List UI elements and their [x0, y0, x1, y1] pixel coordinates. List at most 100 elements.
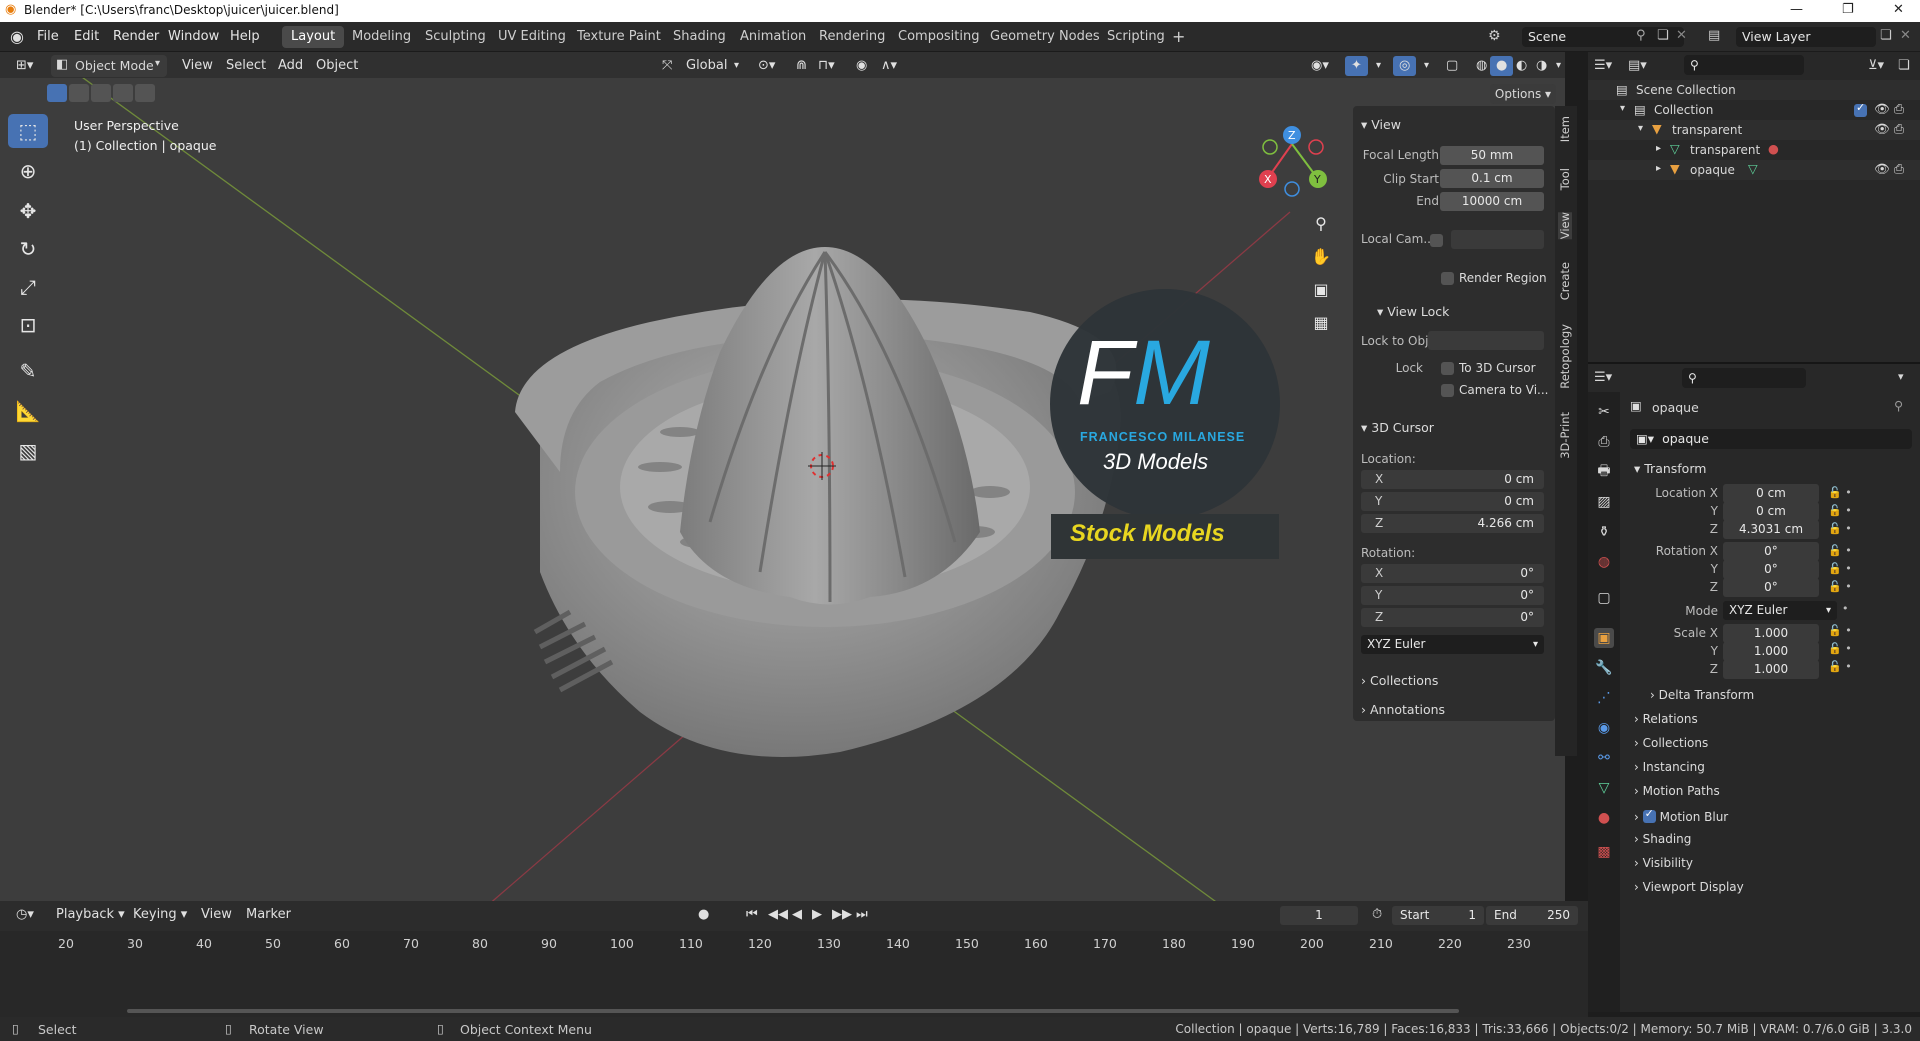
expand-arrow-icon[interactable]: ▸: [1656, 163, 1661, 174]
options-button[interactable]: Options ▾: [1490, 84, 1556, 104]
tab-rendering[interactable]: Rendering: [810, 26, 894, 48]
delta-transform-header[interactable]: › Delta Transform: [1650, 688, 1754, 702]
3d-viewport[interactable]: Z X Y FM FRANCESCO MILANESE 3D Models St…: [0, 52, 1565, 908]
select-subtract-icon[interactable]: [91, 84, 111, 102]
collections-header[interactable]: › Collections: [1634, 736, 1708, 750]
modifier-properties-icon[interactable]: 🔧: [1594, 658, 1614, 678]
properties-editor-icon[interactable]: ☰▾: [1594, 370, 1612, 385]
rotation-z-field[interactable]: 0°: [1723, 578, 1819, 597]
lock-icon[interactable]: 🔓 •: [1828, 484, 1858, 502]
outliner-row-transparent-object[interactable]: ▾ ▼ transparent 👁 ⎙: [1588, 120, 1920, 140]
material-properties-icon[interactable]: ●: [1594, 808, 1614, 828]
camera-icon[interactable]: ⎙: [1894, 121, 1904, 137]
jump-start-icon[interactable]: ⏮: [740, 905, 764, 925]
snap-target-icon[interactable]: ⊓▾: [812, 56, 841, 76]
eye-icon[interactable]: 👁: [1874, 161, 1890, 177]
pan-hand-icon[interactable]: ✋: [1308, 243, 1334, 269]
tab-3d-print[interactable]: 3D-Print: [1558, 412, 1572, 459]
orientation-chevron-icon[interactable]: ▾: [728, 56, 745, 76]
new-scene-icon[interactable]: ❏: [1657, 28, 1669, 43]
blender-menu-icon[interactable]: ◉: [10, 27, 24, 46]
select-box-tool-icon[interactable]: ⬚: [8, 114, 48, 148]
scene-icon[interactable]: ⚙: [1488, 28, 1501, 44]
minimize-icon[interactable]: —: [1790, 2, 1803, 17]
collections-panel-header[interactable]: › Collections: [1361, 673, 1438, 688]
stopwatch-icon[interactable]: ⏱: [1366, 905, 1388, 925]
current-frame-field[interactable]: 1: [1280, 906, 1358, 925]
tab-create[interactable]: Create: [1558, 262, 1572, 300]
collection-properties-icon[interactable]: ▢: [1594, 588, 1614, 608]
select-intersect-icon[interactable]: [135, 84, 155, 102]
texture-properties-icon[interactable]: ▩: [1594, 842, 1614, 862]
select-difference-icon[interactable]: [113, 84, 133, 102]
lock-3d-cursor-checkbox[interactable]: [1441, 362, 1454, 375]
display-mode-icon[interactable]: ▤▾: [1628, 58, 1647, 73]
3d-cursor-header[interactable]: ▾ 3D Cursor: [1361, 420, 1434, 435]
lock-icon[interactable]: 🔓 •: [1828, 542, 1858, 560]
outliner-search-input[interactable]: ⚲: [1684, 55, 1804, 75]
close-icon[interactable]: ✕: [1893, 2, 1904, 17]
lock-icon[interactable]: 🔓 •: [1828, 560, 1858, 578]
world-properties-icon[interactable]: ◍: [1594, 552, 1614, 572]
editor-type-icon[interactable]: ⊞▾: [10, 56, 39, 76]
expand-arrow-icon[interactable]: ▾: [1620, 103, 1625, 114]
add-cube-tool-icon[interactable]: ▧: [8, 434, 48, 468]
render-properties-icon[interactable]: ⎙: [1594, 432, 1614, 452]
tab-tool[interactable]: Tool: [1558, 168, 1572, 190]
delete-view-layer-icon[interactable]: ✕: [1900, 28, 1911, 43]
tab-texture-paint[interactable]: Texture Paint: [568, 26, 670, 48]
select-new-icon[interactable]: [47, 84, 67, 102]
object-properties-icon[interactable]: ▣: [1594, 628, 1614, 648]
object-datablock-field[interactable]: ▣▾ opaque: [1630, 429, 1912, 449]
view-lock-header[interactable]: ▾ View Lock: [1377, 304, 1449, 319]
camera-to-view-checkbox[interactable]: [1441, 384, 1454, 397]
select-extend-icon[interactable]: [69, 84, 89, 102]
expand-arrow-icon[interactable]: ▸: [1656, 143, 1661, 154]
ortho-grid-icon[interactable]: ▦: [1308, 309, 1334, 335]
tab-view[interactable]: View: [1558, 212, 1572, 240]
visibility-header[interactable]: › Visibility: [1634, 856, 1693, 870]
menu-timeline-view[interactable]: View: [195, 905, 238, 925]
cursor-rotation-y[interactable]: Y 0°: [1361, 586, 1544, 605]
cursor-tool-icon[interactable]: ⊕: [8, 154, 48, 188]
render-region-checkbox[interactable]: [1441, 272, 1454, 285]
keyframe-dot-icon[interactable]: •: [1828, 600, 1858, 618]
delete-scene-icon[interactable]: ✕: [1676, 28, 1687, 43]
tab-layout[interactable]: Layout: [282, 26, 345, 48]
pin-scene-icon[interactable]: ⚲: [1636, 28, 1646, 43]
play-reverse-icon[interactable]: ◀: [786, 905, 808, 925]
overlay-toggle-icon[interactable]: ◎: [1393, 56, 1417, 76]
relations-header[interactable]: › Relations: [1634, 712, 1698, 726]
annotate-tool-icon[interactable]: ✎: [8, 354, 48, 388]
local-camera-field[interactable]: [1451, 230, 1544, 249]
menu-add[interactable]: Add: [272, 56, 309, 76]
overlay-chevron-icon[interactable]: ▾: [1418, 56, 1435, 76]
jump-end-icon[interactable]: ⏭: [850, 905, 874, 925]
tab-modeling[interactable]: Modeling: [343, 26, 420, 48]
lock-icon[interactable]: 🔓 •: [1828, 622, 1858, 640]
eye-icon[interactable]: 👁: [1874, 121, 1890, 137]
tab-geometry-nodes[interactable]: Geometry Nodes: [981, 26, 1109, 48]
output-properties-icon[interactable]: 🖶: [1594, 462, 1614, 482]
lock-to-object-field[interactable]: [1428, 331, 1544, 350]
rotation-y-field[interactable]: 0°: [1723, 560, 1819, 579]
view-layer-selector[interactable]: View Layer: [1736, 27, 1876, 47]
motion-blur-header[interactable]: › Motion Blur: [1634, 807, 1728, 824]
rotation-x-field[interactable]: 0°: [1723, 542, 1819, 561]
visibility-icon[interactable]: ◉▾: [1305, 56, 1335, 76]
motion-paths-header[interactable]: › Motion Paths: [1634, 784, 1720, 798]
menu-window[interactable]: Window: [168, 29, 219, 44]
new-collection-icon[interactable]: ❏: [1898, 58, 1910, 73]
cursor-rotation-z[interactable]: Z 0°: [1361, 608, 1544, 627]
tool-settings-icon[interactable]: ✂: [1594, 402, 1614, 422]
chevron-down-icon[interactable]: ▾: [1898, 370, 1904, 383]
location-z-field[interactable]: 4.3031 cm: [1723, 520, 1819, 539]
view-layer-properties-icon[interactable]: ▨: [1594, 492, 1614, 512]
view-layer-icon[interactable]: ▤: [1708, 28, 1720, 43]
new-view-layer-icon[interactable]: ❏: [1880, 28, 1892, 43]
outliner-row-transparent-mesh[interactable]: ▸ ▽ transparent ●: [1588, 140, 1920, 160]
camera-icon[interactable]: ⎙: [1894, 161, 1904, 177]
measure-tool-icon[interactable]: 📐: [8, 394, 48, 428]
menu-object[interactable]: Object: [310, 56, 364, 76]
clip-start-field[interactable]: 0.1 cm: [1440, 169, 1544, 188]
